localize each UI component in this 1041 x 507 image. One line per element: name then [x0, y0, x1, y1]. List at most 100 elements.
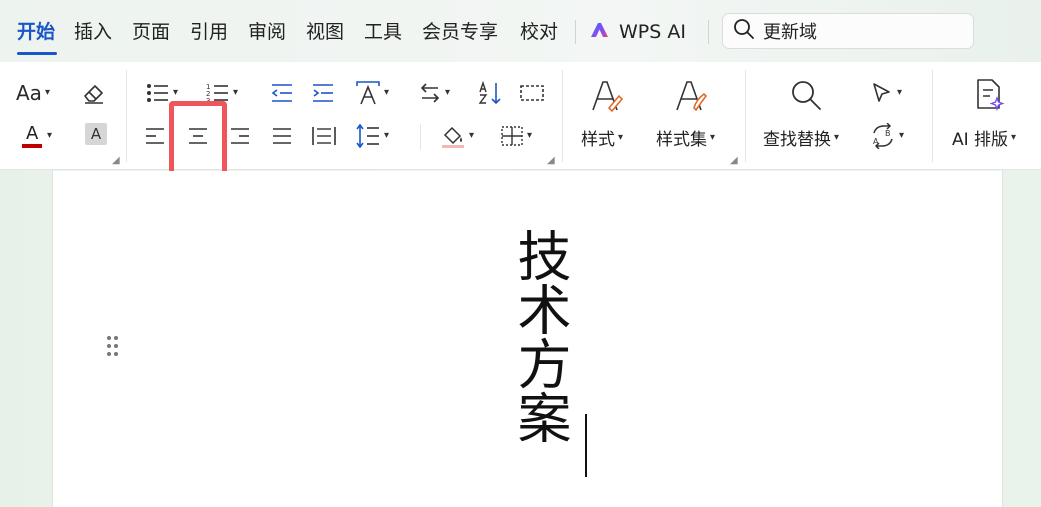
sort-icon — [478, 81, 504, 105]
inner-separator — [420, 124, 421, 150]
char-shading-glyph: A — [90, 125, 102, 143]
styles-button[interactable]: 样式 ▾ — [581, 125, 623, 150]
find-replace-label: 查找替换 — [763, 130, 831, 150]
chevron-down-icon: ▾ — [897, 87, 903, 98]
wps-ai-button[interactable]: WPS AI — [589, 17, 686, 47]
chevron-down-icon: ▾ — [47, 130, 53, 141]
ai-document-icon — [973, 78, 1005, 112]
tab-view[interactable]: 视图 — [306, 19, 344, 45]
chevron-down-icon: ▾ — [618, 131, 624, 143]
clear-format-button[interactable] — [80, 79, 108, 107]
chevron-down-icon: ▾ — [834, 131, 840, 143]
eraser-icon — [81, 81, 107, 105]
magnifier-icon — [789, 78, 823, 112]
show-marks-button[interactable] — [519, 80, 545, 106]
styles-dialog-launcher-icon[interactable]: ◢ — [730, 155, 738, 166]
wps-ai-label: WPS AI — [619, 21, 686, 43]
select-button[interactable]: ▾ — [870, 80, 902, 106]
ai-layout-label: AI 排版 — [952, 130, 1009, 150]
ai-layout-icon-wrap[interactable] — [972, 76, 1006, 114]
distributed-align-button[interactable] — [311, 123, 337, 149]
font-size-button[interactable]: Aa ▾ — [16, 80, 50, 106]
tab-review[interactable]: 审阅 — [248, 19, 286, 45]
tab-home[interactable]: 开始 — [17, 19, 55, 45]
distributed-align-icon — [311, 125, 337, 147]
char-shading-button[interactable]: A — [85, 123, 107, 145]
text-direction-button[interactable]: ▾ — [355, 79, 389, 107]
group-separator — [562, 70, 563, 162]
styles-label: 样式 — [581, 130, 615, 150]
document-title[interactable]: 技术方案 — [508, 228, 571, 444]
font-size-glyph: Aa — [16, 81, 42, 105]
chevron-down-icon: ▾ — [233, 87, 239, 98]
cursor-arrow-icon — [870, 81, 894, 105]
tab-separator — [708, 20, 709, 44]
justify-icon — [271, 126, 293, 146]
style-set-brush-icon — [674, 78, 708, 114]
decrease-indent-icon — [270, 82, 294, 104]
find-replace-button[interactable]: 查找替换 ▾ — [763, 125, 839, 150]
tab-member[interactable]: 会员专享 — [422, 19, 498, 45]
style-set-label: 样式集 — [656, 130, 707, 150]
chevron-down-icon: ▾ — [899, 130, 905, 141]
paint-bucket-icon — [440, 123, 466, 149]
convert-arrows-icon: AB — [870, 123, 896, 149]
style-set-button[interactable]: 样式集 ▾ — [656, 125, 715, 150]
tab-tools[interactable]: 工具 — [364, 19, 402, 45]
search-input[interactable]: 更新域 — [722, 13, 974, 49]
find-replace-icon-wrap[interactable] — [788, 76, 824, 114]
bullet-list-icon — [146, 82, 170, 104]
tab-separator — [575, 20, 576, 44]
style-set-icon-wrap[interactable] — [674, 76, 708, 116]
line-spacing-button[interactable]: ▾ — [355, 122, 389, 150]
sort-button[interactable] — [478, 80, 504, 106]
border-grid-icon — [500, 125, 524, 147]
ribbon-toolbar: Aa ▾ A ▾ A ◢ ▾ 123 ▾ ▾ ▾ ▾ ▾ ▾ ◢ 样式 ▾ 样式… — [0, 62, 1041, 213]
group-separator — [932, 70, 933, 162]
chevron-down-icon: ▾ — [710, 131, 716, 143]
decrease-indent-button[interactable] — [270, 81, 294, 105]
chevron-down-icon: ▾ — [384, 130, 390, 141]
align-right-button[interactable] — [228, 124, 252, 148]
group-separator — [126, 70, 127, 162]
text-direction-icon — [355, 80, 381, 106]
font-color-button[interactable]: A ▾ — [20, 122, 52, 150]
paragraph-dialog-launcher-icon[interactable]: ◢ — [547, 155, 555, 166]
align-left-icon — [144, 126, 166, 146]
highlight-box — [169, 101, 227, 179]
svg-text:B: B — [885, 129, 891, 138]
chevron-down-icon: ▾ — [173, 87, 179, 98]
search-text: 更新域 — [763, 22, 817, 43]
increase-indent-button[interactable] — [311, 81, 335, 105]
tab-insert[interactable]: 插入 — [74, 19, 112, 45]
search-icon — [733, 18, 755, 44]
tab-references[interactable]: 引用 — [190, 19, 228, 45]
tab-proofread[interactable]: 校对 — [520, 19, 558, 45]
line-break-button[interactable]: ▾ — [418, 80, 450, 106]
chevron-down-icon: ▾ — [1011, 131, 1017, 143]
styles-brush-icon — [590, 78, 624, 114]
ai-layout-button[interactable]: AI 排版 ▾ — [952, 125, 1016, 150]
borders-button[interactable]: ▾ — [500, 123, 532, 149]
chevron-down-icon: ▾ — [384, 87, 390, 98]
chevron-down-icon: ▾ — [445, 87, 451, 98]
svg-text:A: A — [873, 137, 879, 146]
text-cursor — [585, 414, 587, 477]
tab-page[interactable]: 页面 — [132, 19, 170, 45]
wps-ai-icon — [589, 21, 611, 44]
justify-button[interactable] — [270, 124, 294, 148]
shading-button[interactable]: ▾ — [440, 122, 474, 150]
chevron-down-icon: ▾ — [469, 130, 475, 141]
menu-tab-bar: 开始 插入 页面 引用 审阅 视图 工具 会员专享 校对 WPS AI 更新域 — [0, 0, 1041, 62]
increase-indent-icon — [311, 82, 335, 104]
align-left-button[interactable] — [143, 124, 167, 148]
swap-arrows-icon — [418, 82, 442, 104]
font-dialog-launcher-icon[interactable]: ◢ — [112, 155, 120, 166]
styles-icon-wrap[interactable] — [590, 76, 624, 116]
chevron-down-icon: ▾ — [527, 130, 533, 141]
drag-handle-icon[interactable] — [105, 335, 121, 357]
font-color-icon: A — [20, 123, 44, 149]
replace-convert-button[interactable]: AB ▾ — [870, 122, 904, 150]
align-right-icon — [229, 126, 251, 146]
chevron-down-icon: ▾ — [44, 87, 50, 98]
